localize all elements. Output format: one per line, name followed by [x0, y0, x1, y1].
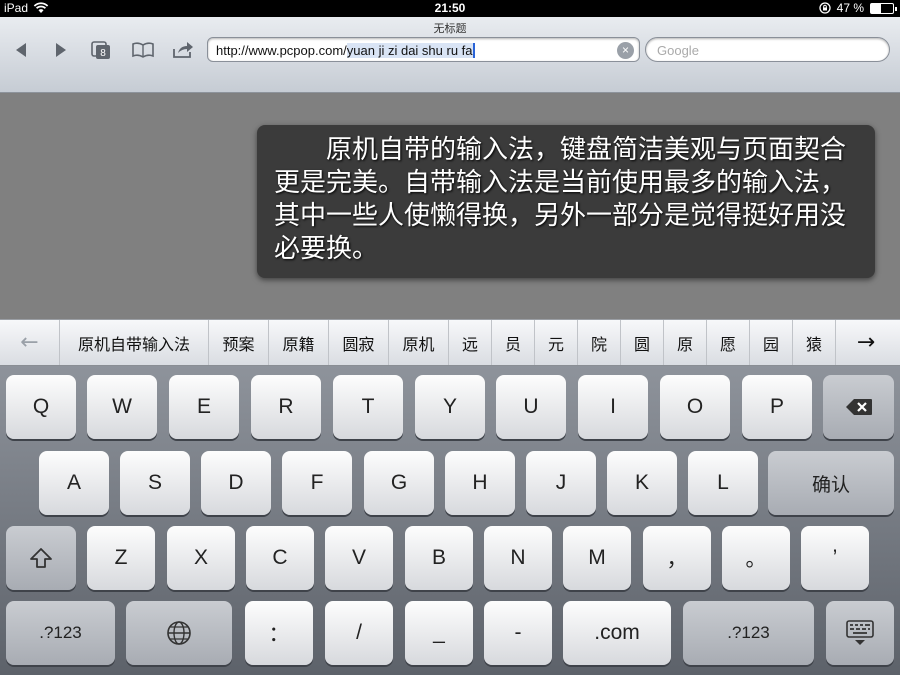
candidate-item[interactable]: 原机自带输入法: [60, 320, 209, 365]
key-y[interactable]: Y: [415, 375, 485, 439]
key-n[interactable]: N: [484, 526, 552, 590]
candidate-item[interactable]: 元: [535, 320, 578, 365]
candidate-item[interactable]: 原: [664, 320, 707, 365]
key-u[interactable]: U: [496, 375, 566, 439]
candidate-bar: ← 原机自带输入法 预案 原籍 圆寂 原机 远 员 元 院 圆 原 愿 园 猿 …: [0, 319, 900, 366]
candidate-item[interactable]: 预案: [209, 320, 269, 365]
numbers-key-right-label: .?123: [727, 623, 770, 642]
key-colon[interactable]: ：: [245, 601, 313, 665]
candidate-item[interactable]: 猿: [793, 320, 836, 365]
status-right: 47 %: [818, 1, 897, 15]
clock: 21:50: [434, 1, 466, 15]
key-apostrophe[interactable]: ’: [801, 526, 869, 590]
key-z[interactable]: Z: [87, 526, 155, 590]
share-icon: [173, 42, 193, 58]
tab-count: 8: [100, 48, 106, 59]
battery-icon: [870, 2, 897, 14]
key-p[interactable]: P: [742, 375, 812, 439]
clear-url-button[interactable]: ×: [617, 42, 634, 59]
back-button[interactable]: [6, 39, 36, 61]
page-content: 原机自带的输入法，键盘简洁美观与页面契合更是完美。自带输入法是当前使用最多的输入…: [0, 94, 900, 319]
globe-key[interactable]: [126, 601, 232, 665]
page-title: 无标题: [433, 22, 467, 35]
candidate-item[interactable]: 院: [578, 320, 621, 365]
candidate-item[interactable]: 圆寂: [329, 320, 389, 365]
candidate-item[interactable]: 远: [449, 320, 492, 365]
status-bar: iPad 21:50 47 %: [0, 0, 900, 17]
url-prefix: http://www.pcpop.com/: [216, 43, 347, 58]
rotation-lock-icon: [818, 2, 831, 14]
key-c[interactable]: C: [246, 526, 314, 590]
key-e[interactable]: E: [169, 375, 239, 439]
battery-percent: 47 %: [836, 1, 864, 15]
candidate-next-button[interactable]: →: [836, 320, 896, 365]
candidate-item[interactable]: 原籍: [269, 320, 329, 365]
forward-button[interactable]: [46, 39, 76, 61]
key-period[interactable]: 。: [722, 526, 790, 590]
key-b[interactable]: B: [405, 526, 473, 590]
candidate-prev-button[interactable]: ←: [0, 320, 60, 365]
hide-keyboard-icon: [846, 620, 874, 645]
key-j[interactable]: J: [526, 451, 596, 515]
url-marked-text: yuan ji zi dai shu ru fa: [346, 43, 473, 58]
key-q[interactable]: Q: [6, 375, 76, 439]
key-v[interactable]: V: [325, 526, 393, 590]
candidate-item[interactable]: 愿: [707, 320, 750, 365]
candidate-item[interactable]: 园: [750, 320, 793, 365]
share-button[interactable]: [168, 39, 198, 61]
key-dash[interactable]: -: [484, 601, 552, 665]
key-w[interactable]: W: [87, 375, 157, 439]
key-h[interactable]: H: [445, 451, 515, 515]
forward-arrow-icon: [56, 43, 66, 57]
backspace-key[interactable]: [823, 375, 894, 439]
caption-text: 原机自带的输入法，键盘简洁美观与页面契合更是完美。自带输入法是当前使用最多的输入…: [257, 125, 875, 278]
numbers-key-left-label: .?123: [39, 623, 82, 642]
dotcom-key[interactable]: .com: [563, 601, 671, 665]
browser-toolbar: 无标题 8 http://www.pcpop.com/yuan ji zi da…: [0, 17, 900, 93]
key-d[interactable]: D: [201, 451, 271, 515]
text-caret: [472, 43, 475, 58]
key-o[interactable]: O: [660, 375, 730, 439]
search-field[interactable]: Google: [645, 37, 890, 62]
shift-key[interactable]: [6, 526, 76, 590]
globe-icon: [167, 621, 191, 645]
key-s[interactable]: S: [120, 451, 190, 515]
key-underscore[interactable]: _: [405, 601, 473, 665]
shift-icon: [30, 548, 52, 568]
numbers-key-right[interactable]: .?123: [683, 601, 814, 665]
back-arrow-icon: [16, 43, 26, 57]
key-l[interactable]: L: [688, 451, 758, 515]
key-slash[interactable]: /: [325, 601, 393, 665]
key-x[interactable]: X: [167, 526, 235, 590]
numbers-key-left[interactable]: .?123: [6, 601, 115, 665]
key-a[interactable]: A: [39, 451, 109, 515]
pages-icon: 8: [91, 41, 110, 59]
hide-keyboard-key[interactable]: [826, 601, 894, 665]
candidate-item[interactable]: 圆: [621, 320, 664, 365]
candidate-item[interactable]: 员: [492, 320, 535, 365]
key-f[interactable]: F: [282, 451, 352, 515]
key-g[interactable]: G: [364, 451, 434, 515]
key-comma[interactable]: ，: [643, 526, 711, 590]
key-m[interactable]: M: [563, 526, 631, 590]
confirm-key[interactable]: 确认: [768, 451, 894, 515]
keyboard: Q W E R T Y U I O P A S D F G H J K L 确认…: [0, 366, 900, 675]
key-i[interactable]: I: [578, 375, 648, 439]
url-field[interactable]: http://www.pcpop.com/yuan ji zi dai shu …: [207, 37, 640, 62]
book-icon: [132, 42, 154, 58]
battery-fill: [871, 3, 882, 13]
key-k[interactable]: K: [607, 451, 677, 515]
key-r[interactable]: R: [251, 375, 321, 439]
candidate-item[interactable]: 原机: [389, 320, 449, 365]
backspace-icon: [845, 399, 872, 415]
pages-button[interactable]: 8: [86, 39, 116, 61]
bookmarks-button[interactable]: [128, 39, 158, 61]
key-t[interactable]: T: [333, 375, 403, 439]
